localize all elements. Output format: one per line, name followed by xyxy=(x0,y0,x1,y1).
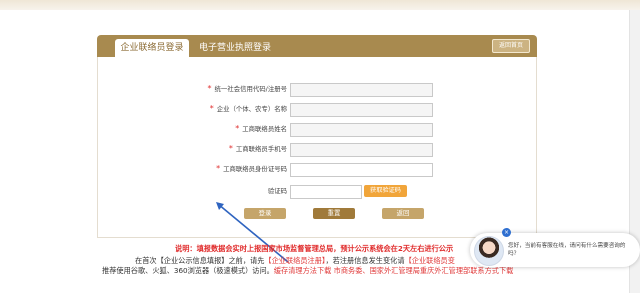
cache-clean-download-link[interactable]: 缓存清理方法下载 xyxy=(274,266,332,275)
liaison-name-input[interactable] xyxy=(290,123,433,137)
required-star: * xyxy=(207,84,212,93)
agent-avatar xyxy=(474,236,504,266)
liaison-id-label: 工商联络员身份证号码 xyxy=(223,165,287,173)
top-banner-strip xyxy=(0,0,640,10)
contact-download-link[interactable]: 市商务委、国家外汇管理局重庆外汇管理部联系方式下载 xyxy=(331,266,514,275)
close-icon[interactable]: × xyxy=(502,228,511,237)
liaison-name-row: * 工商联络员姓名 xyxy=(120,122,287,136)
back-home-button[interactable]: 返回首页 xyxy=(492,39,530,53)
required-star: * xyxy=(216,164,221,173)
reset-button[interactable]: 重置 xyxy=(313,208,355,219)
liaison-id-input[interactable] xyxy=(290,163,433,177)
notice-line-1: 说明：填报数据会实时上报国家市场监督管理总局，预计公示系统会在2天左右进行公示 xyxy=(175,244,454,253)
liaison-phone-input[interactable] xyxy=(290,143,433,157)
required-star: * xyxy=(209,104,214,113)
captcha-row: 验证码 xyxy=(120,184,287,198)
credit-code-input[interactable] xyxy=(290,83,433,97)
liaison-id-row: * 工商联络员身份证号码 xyxy=(120,162,287,176)
customer-service-chat[interactable]: × 您好，当前有客服在线，请问有什么需要咨询的吗？ xyxy=(470,228,640,267)
credit-code-row: * 统一社会信用代码/注册号 xyxy=(120,82,287,96)
company-name-row: * 企业（个体、农专）名称 xyxy=(120,102,287,116)
liaison-phone-row: * 工商联络员手机号 xyxy=(120,142,287,156)
required-star: * xyxy=(228,144,233,153)
company-name-input[interactable] xyxy=(290,103,433,117)
notice-line-3: 推荐使用谷歌、火狐、360浏览器（极速模式）访问。缓存清理方法下载 市商务委、国… xyxy=(102,266,514,275)
notice-line-2: 在首次【企业公示信息填报】之前，请先【企业联络员注册】，若注册信息发生变化请【企… xyxy=(135,256,455,265)
chat-message: 您好，当前有客服在线，请问有什么需要咨询的吗？ xyxy=(508,243,626,257)
captcha-label: 验证码 xyxy=(267,187,287,195)
credit-code-label: 统一社会信用代码/注册号 xyxy=(214,85,287,93)
liaison-register-link[interactable]: 【企业联络员注册】 xyxy=(264,256,325,265)
company-name-label: 企业（个体、农专）名称 xyxy=(216,105,287,113)
liaison-change-link[interactable]: 【企业联络员变 xyxy=(405,256,455,265)
liaison-name-label: 工商联络员姓名 xyxy=(242,125,287,133)
back-button[interactable]: 返回 xyxy=(382,208,424,219)
tab-e-license-login[interactable]: 电子营业执照登录 xyxy=(199,39,271,57)
liaison-phone-label: 工商联络员手机号 xyxy=(235,145,287,153)
captcha-input[interactable] xyxy=(290,185,362,199)
required-star: * xyxy=(235,124,240,133)
panel-header: 企业联络员登录 电子营业执照登录 返回首页 xyxy=(97,35,537,57)
get-code-button[interactable]: 获取验证码 xyxy=(364,185,407,197)
tab-liaison-login[interactable]: 企业联络员登录 xyxy=(115,39,189,57)
